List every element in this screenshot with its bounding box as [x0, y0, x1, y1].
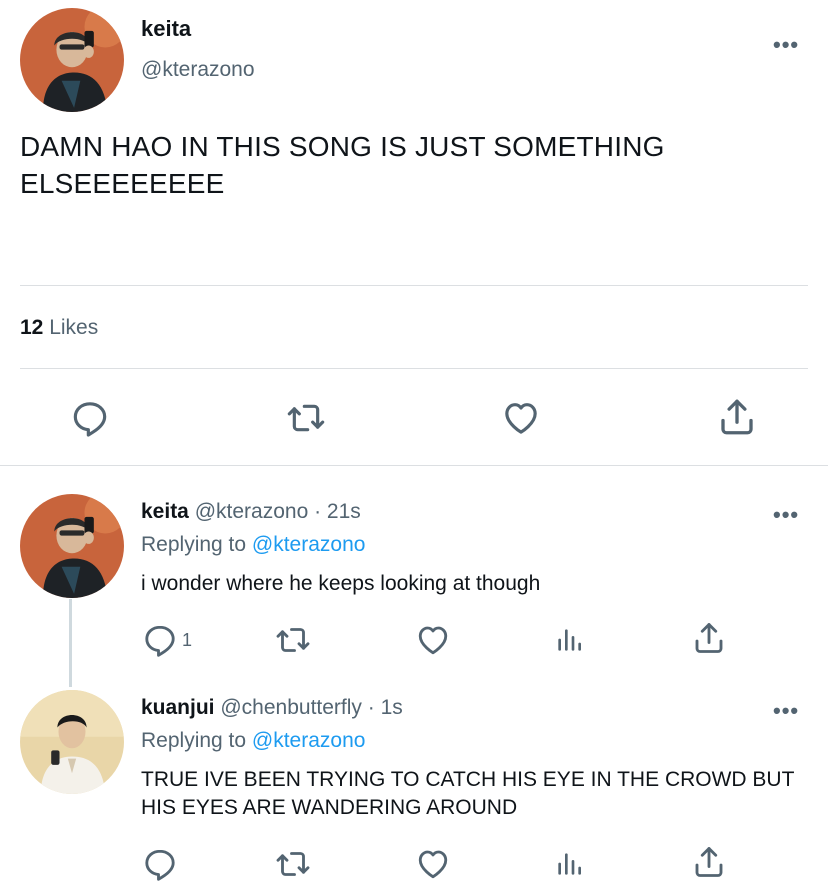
retweet-icon: [287, 404, 325, 432]
user-handle[interactable]: @kterazono: [195, 500, 309, 523]
reply-header: kuanjui @chenbutterfly · 1s: [141, 696, 403, 720]
avatar[interactable]: [20, 494, 124, 598]
more-options-button[interactable]: •••: [773, 32, 799, 58]
share-button[interactable]: [691, 620, 727, 656]
share-icon: [695, 847, 723, 877]
reply-header: keita @kterazono · 21s: [141, 500, 361, 524]
share-button[interactable]: [691, 844, 727, 880]
timestamp[interactable]: · 1s: [368, 696, 403, 719]
more-options-button[interactable]: •••: [773, 502, 799, 528]
replying-prefix: Replying to: [141, 729, 247, 752]
likes-count-link[interactable]: 12 Likes: [20, 316, 98, 340]
likes-count: 12: [20, 316, 44, 339]
avatar-keita-icon: [20, 494, 124, 598]
share-icon: [695, 623, 723, 653]
avatar-kuanjui-icon: [20, 690, 124, 794]
reply-count: 1: [182, 629, 193, 650]
like-button[interactable]: [414, 622, 452, 658]
display-name[interactable]: keita: [141, 500, 189, 523]
avatar-keita-icon: [20, 8, 124, 112]
heart-icon: [418, 850, 448, 879]
reply-icon: [145, 849, 175, 881]
analytics-icon: [558, 629, 581, 651]
user-handle[interactable]: @kterazono: [141, 58, 255, 82]
replying-prefix: Replying to: [141, 533, 247, 556]
analytics-button[interactable]: [553, 624, 585, 656]
display-name[interactable]: kuanjui: [141, 696, 215, 719]
like-button[interactable]: [414, 846, 452, 882]
avatar[interactable]: [20, 8, 124, 112]
retweet-icon: [276, 628, 310, 652]
reply-button[interactable]: 1: [142, 622, 192, 658]
avatar[interactable]: [20, 690, 124, 794]
reply-text: TRUE IVE BEEN TRYING TO CATCH HIS EYE IN…: [141, 768, 795, 819]
thread-connector: [69, 599, 72, 687]
more-options-button[interactable]: •••: [773, 698, 799, 724]
divider: [20, 368, 808, 369]
replying-to: Replying to @kterazono: [141, 533, 365, 557]
reply-text: i wonder where he keeps looking at thoug…: [141, 572, 541, 595]
retweet-button[interactable]: [273, 846, 313, 882]
reply-button[interactable]: [142, 846, 182, 882]
likes-label: Likes: [49, 316, 99, 339]
heart-icon: [418, 626, 448, 655]
divider: [0, 465, 828, 466]
retweet-button[interactable]: [284, 398, 328, 438]
analytics-button[interactable]: [553, 848, 585, 880]
mention-link[interactable]: @kterazono: [252, 533, 366, 556]
divider: [20, 285, 808, 286]
replying-to: Replying to @kterazono: [141, 729, 365, 753]
retweet-button[interactable]: [273, 622, 313, 658]
timestamp[interactable]: · 21s: [314, 500, 361, 523]
tweet-text: DAMN HAO IN THIS SONG IS JUST SOMETHING …: [20, 131, 665, 199]
user-handle[interactable]: @chenbutterfly: [220, 696, 362, 719]
analytics-icon: [558, 853, 581, 875]
display-name[interactable]: keita: [141, 16, 191, 42]
share-icon: [721, 399, 753, 435]
heart-icon: [505, 403, 537, 434]
share-button[interactable]: [716, 396, 758, 438]
reply-button[interactable]: [70, 398, 110, 438]
retweet-icon: [276, 852, 310, 876]
mention-link[interactable]: @kterazono: [252, 729, 366, 752]
reply-icon: [73, 402, 107, 437]
like-button[interactable]: [500, 398, 542, 438]
reply-icon: [145, 625, 175, 657]
